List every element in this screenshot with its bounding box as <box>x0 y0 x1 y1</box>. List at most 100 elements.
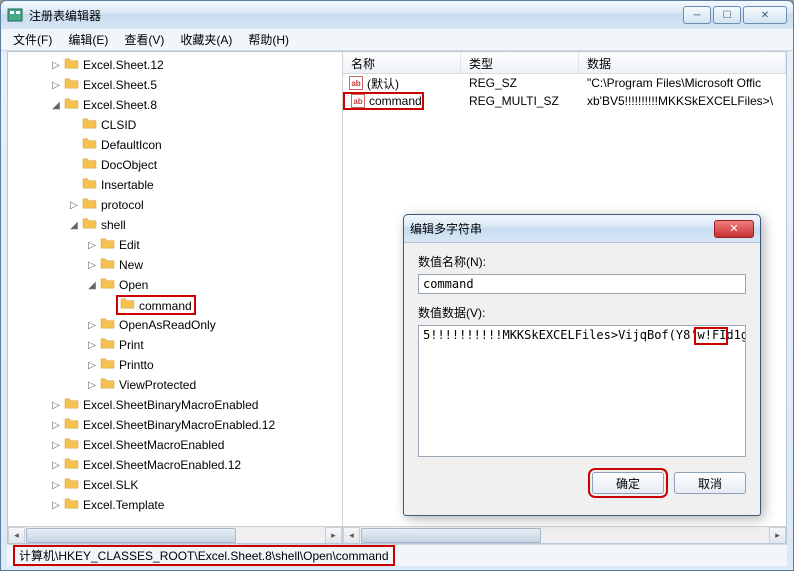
folder-icon <box>100 257 119 273</box>
expand-icon[interactable]: ▷ <box>86 359 98 371</box>
window-title: 注册表编辑器 <box>29 7 683 24</box>
tree-item-label: DefaultIcon <box>101 138 162 152</box>
tree-item[interactable]: CLSID <box>8 116 342 134</box>
tree-item[interactable]: ▷ protocol <box>8 196 342 214</box>
expand-icon[interactable]: ▷ <box>68 199 80 211</box>
tree-item[interactable]: ▷Edit <box>8 236 342 254</box>
tree-item[interactable]: ▷Excel.SheetMacroEnabled <box>8 436 342 454</box>
folder-icon <box>64 417 83 433</box>
edit-multistring-dialog: 编辑多字符串 ✕ 数值名称(N): command 数值数据(V): 确定 取消 <box>403 214 761 516</box>
tree-item[interactable]: ▷ Excel.Sheet.5 <box>8 76 342 94</box>
col-data[interactable]: 数据 <box>579 52 786 73</box>
menu-file[interactable]: 文件(F) <box>5 29 60 50</box>
expand-icon[interactable]: ▷ <box>50 419 62 431</box>
string-value-icon: ab <box>349 76 363 90</box>
expand-icon[interactable]: ▷ <box>50 399 62 411</box>
tree-item[interactable]: ▷ Excel.SheetBinaryMacroEnabled.12 <box>8 416 342 434</box>
scroll-right-icon[interactable]: ▸ <box>769 527 786 544</box>
expand-icon[interactable]: ▷ <box>50 79 62 91</box>
tree-item[interactable]: ▷ Printto <box>8 356 342 374</box>
tree-item[interactable]: ◢ Open <box>8 276 342 294</box>
expand-icon[interactable]: ▷ <box>50 479 62 491</box>
menu-favorites[interactable]: 收藏夹(A) <box>172 29 240 50</box>
tree-item-label: Excel.SheetBinaryMacroEnabled.12 <box>83 418 275 432</box>
scroll-left-icon[interactable]: ◂ <box>8 527 25 544</box>
tree-item-label: Print <box>119 338 144 352</box>
value-name-field[interactable]: command <box>418 274 746 294</box>
folder-icon <box>120 299 139 313</box>
titlebar: 注册表编辑器 ─ ☐ ✕ <box>1 1 793 29</box>
folder-icon <box>64 497 83 513</box>
expand-icon[interactable]: ▷ <box>86 239 98 251</box>
tree-item[interactable]: ▷OpenAsReadOnly <box>8 316 342 334</box>
expand-icon[interactable]: ▷ <box>86 259 98 271</box>
list-hscroll[interactable]: ◂ ▸ <box>343 526 786 543</box>
tree-item[interactable]: ▷Excel.Template <box>8 496 342 514</box>
scroll-left-icon[interactable]: ◂ <box>343 527 360 544</box>
tree-item[interactable]: Insertable <box>8 176 342 194</box>
list-body[interactable]: ab(默认)REG_SZ"C:\Program Files\Microsoft … <box>343 74 786 110</box>
menu-view[interactable]: 查看(V) <box>116 29 172 50</box>
value-name: command <box>369 94 422 108</box>
menubar: 文件(F) 编辑(E) 查看(V) 收藏夹(A) 帮助(H) <box>1 29 793 51</box>
scroll-right-icon[interactable]: ▸ <box>325 527 342 544</box>
folder-icon <box>100 237 119 253</box>
no-expand <box>104 299 116 311</box>
folder-icon <box>100 357 119 373</box>
value-name-label: 数值名称(N): <box>418 253 746 270</box>
menu-edit[interactable]: 编辑(E) <box>60 29 116 50</box>
tree-item[interactable]: ◢ Excel.Sheet.8 <box>8 96 342 114</box>
folder-icon <box>64 457 83 473</box>
dialog-close-button[interactable]: ✕ <box>714 220 754 238</box>
ok-button[interactable]: 确定 <box>592 472 664 494</box>
tree-item[interactable]: ▷ Excel.SheetMacroEnabled.12 <box>8 456 342 474</box>
tree-item[interactable]: DefaultIcon <box>8 136 342 154</box>
tree-item-label: Printto <box>119 358 154 372</box>
expand-icon[interactable]: ▷ <box>50 459 62 471</box>
tree-hscroll[interactable]: ◂ ▸ <box>8 526 342 543</box>
minimize-button[interactable]: ─ <box>683 6 711 24</box>
tree-item[interactable]: ▷ ViewProtected <box>8 376 342 394</box>
registry-tree[interactable]: ▷ Excel.Sheet.12 ▷ Excel.Sheet.5 ◢ Excel.Shee… <box>8 52 342 514</box>
tree-item[interactable]: DocObject <box>8 156 342 174</box>
folder-icon <box>100 277 119 293</box>
expand-icon[interactable]: ◢ <box>50 99 62 111</box>
expand-icon[interactable]: ◢ <box>86 279 98 291</box>
col-type[interactable]: 类型 <box>461 52 579 73</box>
list-row[interactable]: abcommandREG_MULTI_SZxb'BV5!!!!!!!!!!MKK… <box>343 92 786 110</box>
tree-item[interactable]: ◢shell <box>8 216 342 234</box>
expand-icon[interactable]: ◢ <box>68 219 80 231</box>
value-type: REG_MULTI_SZ <box>461 94 579 108</box>
dialog-titlebar: 编辑多字符串 ✕ <box>404 215 760 243</box>
value-data-textarea[interactable] <box>418 325 746 457</box>
folder-icon <box>100 317 119 333</box>
close-button[interactable]: ✕ <box>743 6 787 24</box>
menu-help[interactable]: 帮助(H) <box>240 29 297 50</box>
folder-icon <box>64 97 83 113</box>
tree-item[interactable]: ▷ Excel.Sheet.12 <box>8 56 342 74</box>
tree-item-label: Excel.Sheet.8 <box>83 98 157 112</box>
maximize-button[interactable]: ☐ <box>713 6 741 24</box>
tree-item[interactable]: command <box>8 296 342 314</box>
tree-item[interactable]: ▷Excel.SheetBinaryMacroEnabled <box>8 396 342 414</box>
folder-icon <box>64 57 83 73</box>
tree-item-label: Excel.Sheet.5 <box>83 78 157 92</box>
expand-icon[interactable]: ▷ <box>86 339 98 351</box>
tree-item-label: Excel.Sheet.12 <box>83 58 164 72</box>
tree-item[interactable]: ▷ Print <box>8 336 342 354</box>
expand-icon[interactable]: ▷ <box>50 439 62 451</box>
cancel-button[interactable]: 取消 <box>674 472 746 494</box>
tree-item[interactable]: ▷New <box>8 256 342 274</box>
tree-item[interactable]: ▷Excel.SLK <box>8 476 342 494</box>
list-row[interactable]: ab(默认)REG_SZ"C:\Program Files\Microsoft … <box>343 74 786 92</box>
col-name[interactable]: 名称 <box>343 52 461 73</box>
tree-item-label: protocol <box>101 198 144 212</box>
expand-icon[interactable]: ▷ <box>50 499 62 511</box>
expand-icon[interactable]: ▷ <box>50 59 62 71</box>
tree-item-label: Excel.SheetMacroEnabled.12 <box>83 458 241 472</box>
tree-item-label: Open <box>119 278 148 292</box>
expand-icon[interactable]: ▷ <box>86 379 98 391</box>
tree-item-label: ViewProtected <box>119 378 196 392</box>
expand-icon[interactable]: ▷ <box>86 319 98 331</box>
tree-item-label: DocObject <box>101 158 157 172</box>
